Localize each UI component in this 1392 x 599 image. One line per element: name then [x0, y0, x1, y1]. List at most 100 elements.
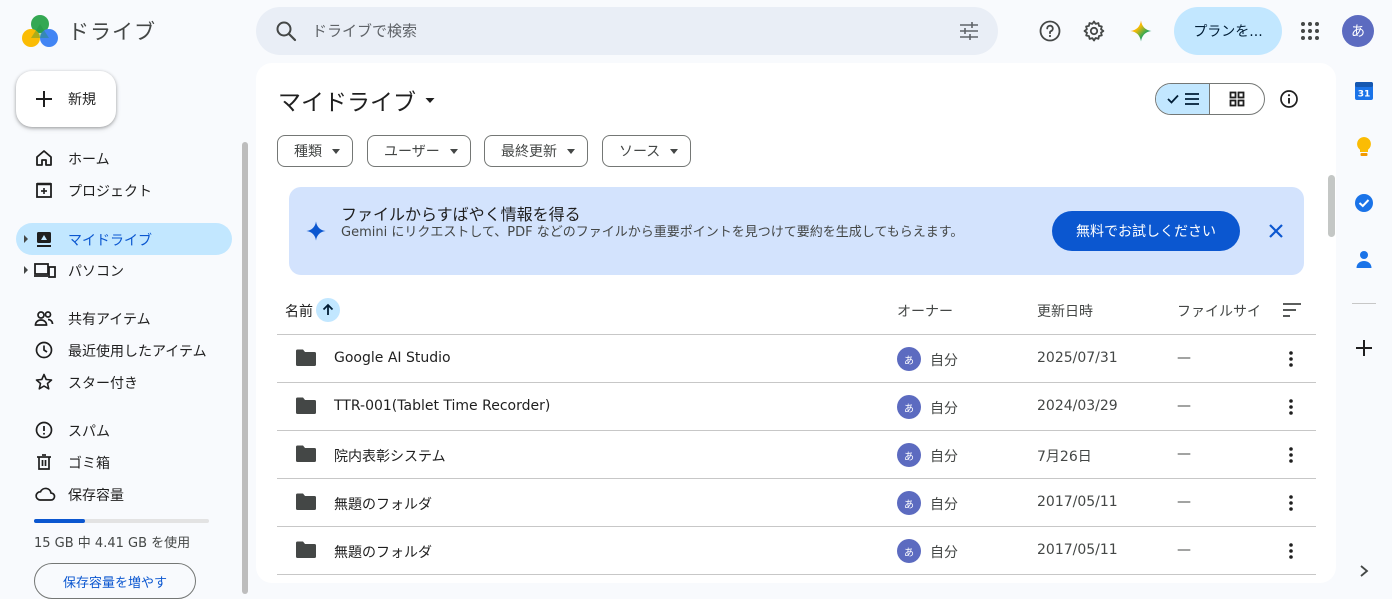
sidebar-item-label: 共有アイテム: [68, 312, 151, 328]
sidebar-item-shared[interactable]: 共有アイテム: [16, 302, 232, 334]
banner-description: Gemini にリクエストして、PDF などのファイルから重要ポイントを見つけて…: [341, 225, 964, 240]
file-name[interactable]: 無題のフォルダ: [334, 542, 432, 562]
plan-upgrade-button[interactable]: プランを...: [1174, 7, 1282, 55]
tasks-check-icon[interactable]: [1352, 191, 1376, 215]
app-title[interactable]: ドライブ: [68, 16, 156, 46]
contacts-person-icon[interactable]: [1352, 247, 1376, 271]
cloud-icon: [34, 484, 56, 504]
sidebar-item-spam[interactable]: スパム: [16, 414, 232, 446]
chevron-down-icon: [332, 148, 340, 154]
search-input[interactable]: [312, 7, 912, 55]
list-view-button[interactable]: [1156, 84, 1210, 114]
sidebar-item-recent[interactable]: 最近使用したアイテム: [16, 334, 232, 366]
settings-gear-icon[interactable]: [1074, 11, 1114, 51]
filter-type-chip[interactable]: 種類: [277, 135, 353, 167]
file-size: —: [1177, 494, 1191, 510]
column-header-owner[interactable]: オーナー: [897, 301, 953, 321]
account-avatar[interactable]: あ: [1342, 15, 1374, 47]
table-row[interactable]: Google AI Studio あ 自分 2025/07/31 —: [277, 335, 1316, 383]
view-toggle[interactable]: [1155, 83, 1265, 115]
sidebar-item-label: マイドライブ: [68, 233, 152, 249]
expand-caret-icon[interactable]: [24, 266, 28, 274]
page-title[interactable]: マイドライブ: [278, 83, 436, 117]
file-size: —: [1177, 542, 1191, 558]
file-name[interactable]: Google AI Studio: [334, 350, 451, 366]
main-scrollbar[interactable]: [1328, 175, 1335, 237]
sidebar-item-label: 最近使用したアイテム: [68, 344, 207, 360]
keep-bulb-icon[interactable]: [1352, 135, 1376, 159]
filter-source-chip[interactable]: ソース: [602, 135, 692, 167]
sidebar-item-label: プロジェクト: [68, 184, 152, 200]
folder-icon: [295, 541, 317, 559]
search-icon[interactable]: [274, 19, 298, 43]
sidebar-item-label: スター付き: [68, 376, 138, 392]
chevron-down-icon: [567, 148, 575, 154]
folder-icon: [295, 445, 317, 463]
new-button[interactable]: 新規: [16, 71, 116, 127]
storage-usage-bar: [34, 519, 209, 523]
file-name[interactable]: 無題のフォルダ: [334, 494, 432, 514]
calendar-icon[interactable]: 31: [1352, 79, 1376, 103]
more-vert-icon[interactable]: [1279, 491, 1303, 515]
more-vert-icon[interactable]: [1279, 347, 1303, 371]
close-icon[interactable]: [1264, 219, 1288, 243]
filter-user-chip[interactable]: ユーザー: [367, 135, 471, 167]
title-dropdown-icon[interactable]: [424, 94, 436, 106]
sidebar-item-starred[interactable]: スター付き: [16, 366, 232, 398]
my-drive-icon: [34, 229, 54, 249]
column-header-size[interactable]: ファイルサイ: [1177, 301, 1261, 321]
sidebar-item-label: ホーム: [68, 152, 110, 168]
sort-ascending-icon[interactable]: [316, 298, 340, 322]
owner-avatar: あ: [897, 539, 921, 563]
more-vert-icon[interactable]: [1279, 539, 1303, 563]
gemini-spark-icon[interactable]: [1121, 11, 1161, 51]
chevron-right-icon[interactable]: [1352, 559, 1376, 583]
drive-logo-icon[interactable]: [22, 14, 58, 48]
help-icon[interactable]: [1030, 11, 1070, 51]
expand-caret-icon[interactable]: [24, 235, 28, 243]
column-header-modified[interactable]: 更新日時: [1037, 301, 1093, 321]
file-name[interactable]: TTR-001(Tablet Time Recorder): [334, 398, 550, 414]
sidebar-item-label: 保存容量: [68, 488, 124, 504]
more-vert-icon[interactable]: [1279, 395, 1303, 419]
check-icon: [1166, 92, 1180, 106]
table-row[interactable]: 無題のフォルダ あ 自分 2017/05/11 —: [277, 479, 1316, 527]
file-name[interactable]: 院内表彰システム: [334, 446, 446, 466]
get-more-storage-button[interactable]: 保存容量を増やす: [34, 563, 196, 599]
sidebar-item-label: パソコン: [68, 264, 124, 280]
table-row[interactable]: 無題のフォルダ あ 自分 2017/05/11 —: [277, 527, 1316, 575]
search-bar[interactable]: [256, 7, 998, 55]
search-options-icon[interactable]: [958, 20, 980, 42]
rail-divider: [1352, 303, 1376, 304]
folder-icon: [295, 493, 317, 511]
sidebar-item-trash[interactable]: ゴミ箱: [16, 446, 232, 478]
apps-grid-icon[interactable]: [1290, 11, 1330, 51]
sidebar-item-projects[interactable]: プロジェクト: [16, 174, 232, 206]
chip-label: 最終更新: [501, 144, 557, 160]
sidebar-scrollbar[interactable]: [242, 142, 248, 594]
sidebar-item-storage[interactable]: 保存容量: [16, 478, 232, 510]
file-size: —: [1177, 398, 1191, 414]
storage-usage-text: 15 GB 中 4.41 GB を使用: [34, 536, 191, 551]
star-icon: [34, 372, 54, 392]
info-icon[interactable]: [1273, 83, 1305, 115]
sidebar-item-computers[interactable]: パソコン: [16, 254, 232, 286]
owner-name: 自分: [930, 353, 958, 369]
gemini-promo-banner: ファイルからすばやく情報を得る Gemini にリクエストして、PDF などのフ…: [289, 187, 1304, 275]
filter-modified-chip[interactable]: 最終更新: [484, 135, 588, 167]
column-header-name[interactable]: 名前: [285, 301, 313, 321]
more-vert-icon[interactable]: [1279, 443, 1303, 467]
table-row[interactable]: TTR-001(Tablet Time Recorder) あ 自分 2024/…: [277, 383, 1316, 431]
shared-icon: [34, 308, 54, 328]
sort-options-icon[interactable]: [1282, 302, 1302, 318]
sidebar-item-my-drive[interactable]: マイドライブ: [16, 223, 232, 255]
modified-date: 2017/05/11: [1037, 494, 1118, 510]
page-title-text: マイドライブ: [278, 90, 416, 116]
try-free-button[interactable]: 無料でお試しください: [1052, 211, 1240, 251]
grid-view-button[interactable]: [1210, 84, 1264, 114]
new-button-label: 新規: [68, 92, 96, 108]
add-addon-plus-icon[interactable]: [1352, 336, 1376, 360]
chip-label: 種類: [294, 144, 322, 160]
table-row[interactable]: 院内表彰システム あ 自分 7月26日 —: [277, 431, 1316, 479]
sidebar-item-home[interactable]: ホーム: [16, 142, 232, 174]
